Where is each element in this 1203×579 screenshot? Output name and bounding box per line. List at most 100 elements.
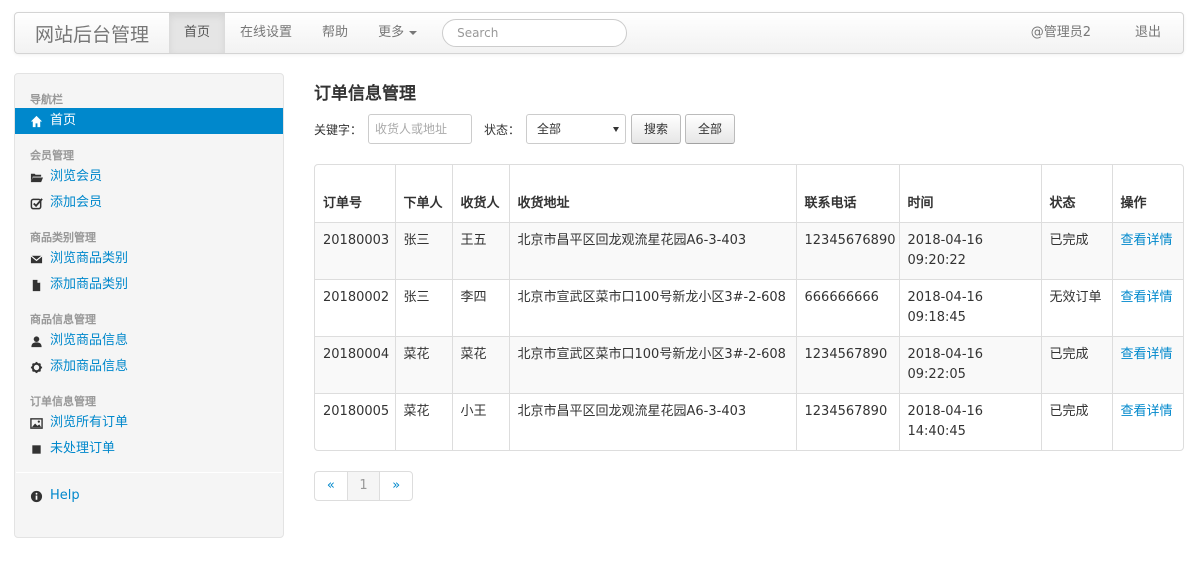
sidebar-item-add-category[interactable]: 添加商品类别 <box>15 272 283 298</box>
cell-phone: 12345676890 <box>795 221 899 279</box>
cell-phone: 1234567890 <box>795 335 899 393</box>
cell-time: 2018-04-16 14:40:45 <box>898 392 1041 450</box>
page-title: 订单信息管理 <box>314 84 416 104</box>
sidebar-item-label: 添加商品信息 <box>50 359 129 374</box>
user-icon <box>30 335 43 348</box>
sidebar-item-label: 浏览商品类别 <box>50 251 129 266</box>
sidebar-item-label: 添加会员 <box>50 195 103 210</box>
orders-table: 订单号 下单人 收货人 收货地址 联系电话 时间 状态 操作 20180003 … <box>314 164 1184 451</box>
sidebar-item-browse-products[interactable]: 浏览商品信息 <box>15 328 283 354</box>
nav-logout[interactable]: 退出 <box>1113 13 1183 53</box>
caret-down-icon <box>409 30 418 35</box>
sidebar-header-products: 商品信息管理 <box>30 313 96 326</box>
sidebar-item-label: 浏览所有订单 <box>50 415 129 430</box>
keyword-input[interactable] <box>368 114 473 144</box>
keyword-label: 关键字： <box>314 122 363 137</box>
nav-more-label: 更多 <box>378 25 405 40</box>
cell-buyer: 张三 <box>394 221 452 279</box>
view-details-link[interactable]: 查看详情 <box>1121 347 1173 362</box>
table-row: 20180004 菜花 菜花 北京市宣武区菜市口100号新龙小区3#-2-608… <box>315 335 1183 393</box>
col-header-action: 操作 <box>1111 165 1183 222</box>
cell-status: 已完成 <box>1040 335 1112 393</box>
sidebar-item-browse-members[interactable]: 浏览会员 <box>15 164 283 190</box>
gear-icon <box>30 361 43 374</box>
brand-title[interactable]: 网站后台管理 <box>15 20 169 47</box>
search-button[interactable]: 搜索 <box>631 114 682 144</box>
sidebar-item-browse-orders[interactable]: 浏览所有订单 <box>15 410 283 436</box>
sidebar: 导航栏 首页 会员管理 浏览会员 添加会员 商品类别管理 浏览商品类别 添加商品… <box>14 73 284 538</box>
sidebar-header-categories: 商品类别管理 <box>30 231 96 244</box>
col-header-time: 时间 <box>898 165 1041 222</box>
cell-order-id: 20180002 <box>315 278 395 336</box>
cell-time: 2018-04-16 09:20:22 <box>898 221 1041 279</box>
cell-phone: 1234567890 <box>795 392 899 450</box>
sidebar-item-browse-categories[interactable]: 浏览商品类别 <box>15 246 283 272</box>
col-header-order-id: 订单号 <box>323 195 363 211</box>
table-row: 20180005 菜花 小王 北京市昌平区回龙观流星花园A6-3-403 123… <box>315 392 1183 450</box>
cell-order-id: 20180005 <box>315 392 395 450</box>
view-details-link[interactable]: 查看详情 <box>1121 404 1173 419</box>
sidebar-item-pending-orders[interactable]: 未处理订单 <box>15 436 283 462</box>
search-input[interactable] <box>442 19 628 47</box>
table-row: 20180003 张三 王五 北京市昌平区回龙观流星花园A6-3-403 123… <box>315 221 1183 279</box>
stop-icon <box>30 443 43 456</box>
sidebar-item-label: 添加商品类别 <box>50 277 129 292</box>
cell-phone: 666666666 <box>795 278 899 336</box>
status-select[interactable]: 全部 <box>526 114 627 144</box>
view-details-link[interactable]: 查看详情 <box>1121 233 1173 248</box>
cell-action: 查看详情 <box>1111 392 1183 450</box>
sidebar-item-help[interactable]: Help <box>15 483 283 509</box>
nav-online-settings[interactable]: 在线设置 <box>225 13 307 53</box>
pagination: « 1 » <box>314 471 413 501</box>
cell-buyer: 张三 <box>394 278 452 336</box>
table-row: 20180002 张三 李四 北京市宣武区菜市口100号新龙小区3#-2-608… <box>315 278 1183 336</box>
cell-time: 2018-04-16 09:18:45 <box>898 278 1041 336</box>
envelope-icon <box>30 253 43 266</box>
info-circle-icon <box>30 490 43 503</box>
nav-more-dropdown[interactable]: 更多 <box>363 13 432 53</box>
all-button[interactable]: 全部 <box>685 114 736 144</box>
cell-action: 查看详情 <box>1111 335 1183 393</box>
cell-order-id: 20180004 <box>315 335 395 393</box>
cell-order-id: 20180003 <box>315 221 395 279</box>
sidebar-item-label: 未处理订单 <box>50 441 116 456</box>
sidebar-item-label: Help <box>50 488 80 503</box>
nav-help[interactable]: 帮助 <box>307 13 363 53</box>
main-content: 订单信息管理 关键字： 状态： 全部 搜索 全部 订单号 下单人 收货人 收货地… <box>314 80 1184 501</box>
home-icon <box>30 115 43 128</box>
pagination-prev[interactable]: « <box>315 472 347 500</box>
sidebar-item-add-member[interactable]: 添加会员 <box>15 190 283 216</box>
cell-time: 2018-04-16 09:22:05 <box>898 335 1041 393</box>
cell-action: 查看详情 <box>1111 278 1183 336</box>
cell-buyer: 菜花 <box>394 392 452 450</box>
col-header-address: 收货地址 <box>508 165 796 222</box>
cell-receiver: 李四 <box>451 278 509 336</box>
sidebar-item-home[interactable]: 首页 <box>15 108 283 134</box>
table-header-row: 订单号 下单人 收货人 收货地址 联系电话 时间 状态 操作 <box>315 165 1183 222</box>
file-icon <box>30 279 43 292</box>
nav-right: @管理员2 退出 <box>1009 13 1183 53</box>
top-navbar: 网站后台管理 首页 在线设置 帮助 更多 @管理员2 退出 <box>14 12 1184 54</box>
cell-buyer: 菜花 <box>394 335 452 393</box>
sidebar-item-label: 浏览商品信息 <box>50 333 129 348</box>
sidebar-header-nav: 导航栏 <box>30 93 63 106</box>
sidebar-header-orders: 订单信息管理 <box>30 395 96 408</box>
col-header-phone: 联系电话 <box>795 165 899 222</box>
nav-user[interactable]: @管理员2 <box>1009 13 1113 53</box>
pagination-page-1[interactable]: 1 <box>346 472 380 500</box>
sidebar-item-label: 首页 <box>50 113 77 128</box>
col-header-receiver: 收货人 <box>451 165 509 222</box>
cell-address: 北京市昌平区回龙观流星花园A6-3-403 <box>508 221 796 279</box>
view-details-link[interactable]: 查看详情 <box>1121 290 1173 305</box>
cell-address: 北京市昌平区回龙观流星花园A6-3-403 <box>508 392 796 450</box>
cell-status: 无效订单 <box>1040 278 1112 336</box>
nav-home[interactable]: 首页 <box>169 13 226 53</box>
pagination-next[interactable]: » <box>379 472 412 500</box>
sidebar-item-add-product[interactable]: 添加商品信息 <box>15 354 283 380</box>
sidebar-item-label: 浏览会员 <box>50 169 103 184</box>
cell-status: 已完成 <box>1040 221 1112 279</box>
cell-receiver: 王五 <box>451 221 509 279</box>
cell-receiver: 小王 <box>451 392 509 450</box>
picture-icon <box>30 417 43 430</box>
cell-action: 查看详情 <box>1111 221 1183 279</box>
